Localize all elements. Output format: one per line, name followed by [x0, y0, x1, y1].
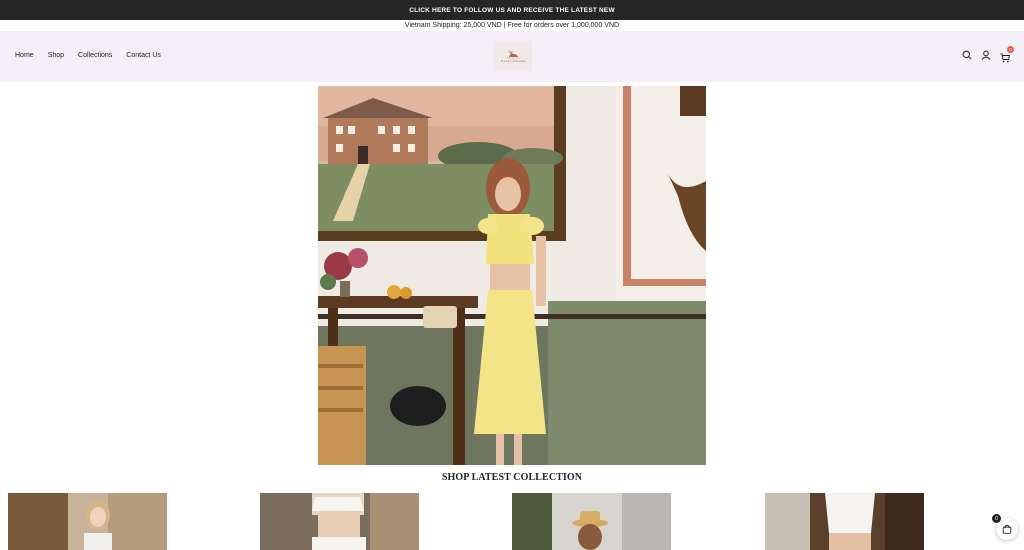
- cart-icon: [1000, 53, 1011, 63]
- main-nav: Home Shop Collections Contact Us: [15, 52, 161, 59]
- nav-home[interactable]: Home: [15, 52, 34, 59]
- shopping-bag-icon: [1002, 524, 1012, 534]
- floating-cart-count: 0: [992, 514, 1001, 523]
- product-image: [8, 493, 167, 550]
- account-icon[interactable]: [981, 50, 991, 60]
- site-header: Home Shop Collections Contact Us Moon in…: [0, 31, 1024, 82]
- product-image: [765, 493, 924, 550]
- logo-text: Moon in a silver dream: [500, 60, 526, 63]
- product-grid: [0, 493, 1024, 550]
- site-logo[interactable]: Moon in a silver dream: [494, 41, 532, 71]
- product-card[interactable]: [260, 493, 419, 550]
- nav-collections[interactable]: Collections: [78, 52, 112, 59]
- announcement-text: CLICK HERE TO FOLLOW US AND RECEIVE THE …: [409, 6, 615, 14]
- product-card[interactable]: [8, 493, 167, 550]
- hero-photo: [318, 86, 706, 465]
- product-image: [512, 493, 671, 550]
- product-image: [260, 493, 419, 550]
- section-title: SHOP LATEST COLLECTION: [441, 472, 583, 483]
- search-icon[interactable]: [962, 50, 972, 60]
- cart-count-badge: 0: [1007, 46, 1014, 53]
- announcement-bar[interactable]: CLICK HERE TO FOLLOW US AND RECEIVE THE …: [0, 0, 1024, 20]
- floating-cart-button[interactable]: 0: [992, 514, 1018, 540]
- shipping-bar: Vietnam Shipping: 25,000 VND | Free for …: [0, 20, 1024, 31]
- nav-shop[interactable]: Shop: [48, 52, 64, 59]
- nav-contact-us[interactable]: Contact Us: [126, 52, 161, 59]
- header-icons: 0: [962, 46, 1014, 63]
- product-card[interactable]: [512, 493, 671, 550]
- rabbit-logo-icon: [507, 50, 519, 59]
- product-card[interactable]: [765, 493, 924, 550]
- cart-button[interactable]: 0: [1000, 46, 1014, 63]
- shipping-text: Vietnam Shipping: 25,000 VND | Free for …: [404, 22, 620, 29]
- hero-image[interactable]: [318, 86, 706, 465]
